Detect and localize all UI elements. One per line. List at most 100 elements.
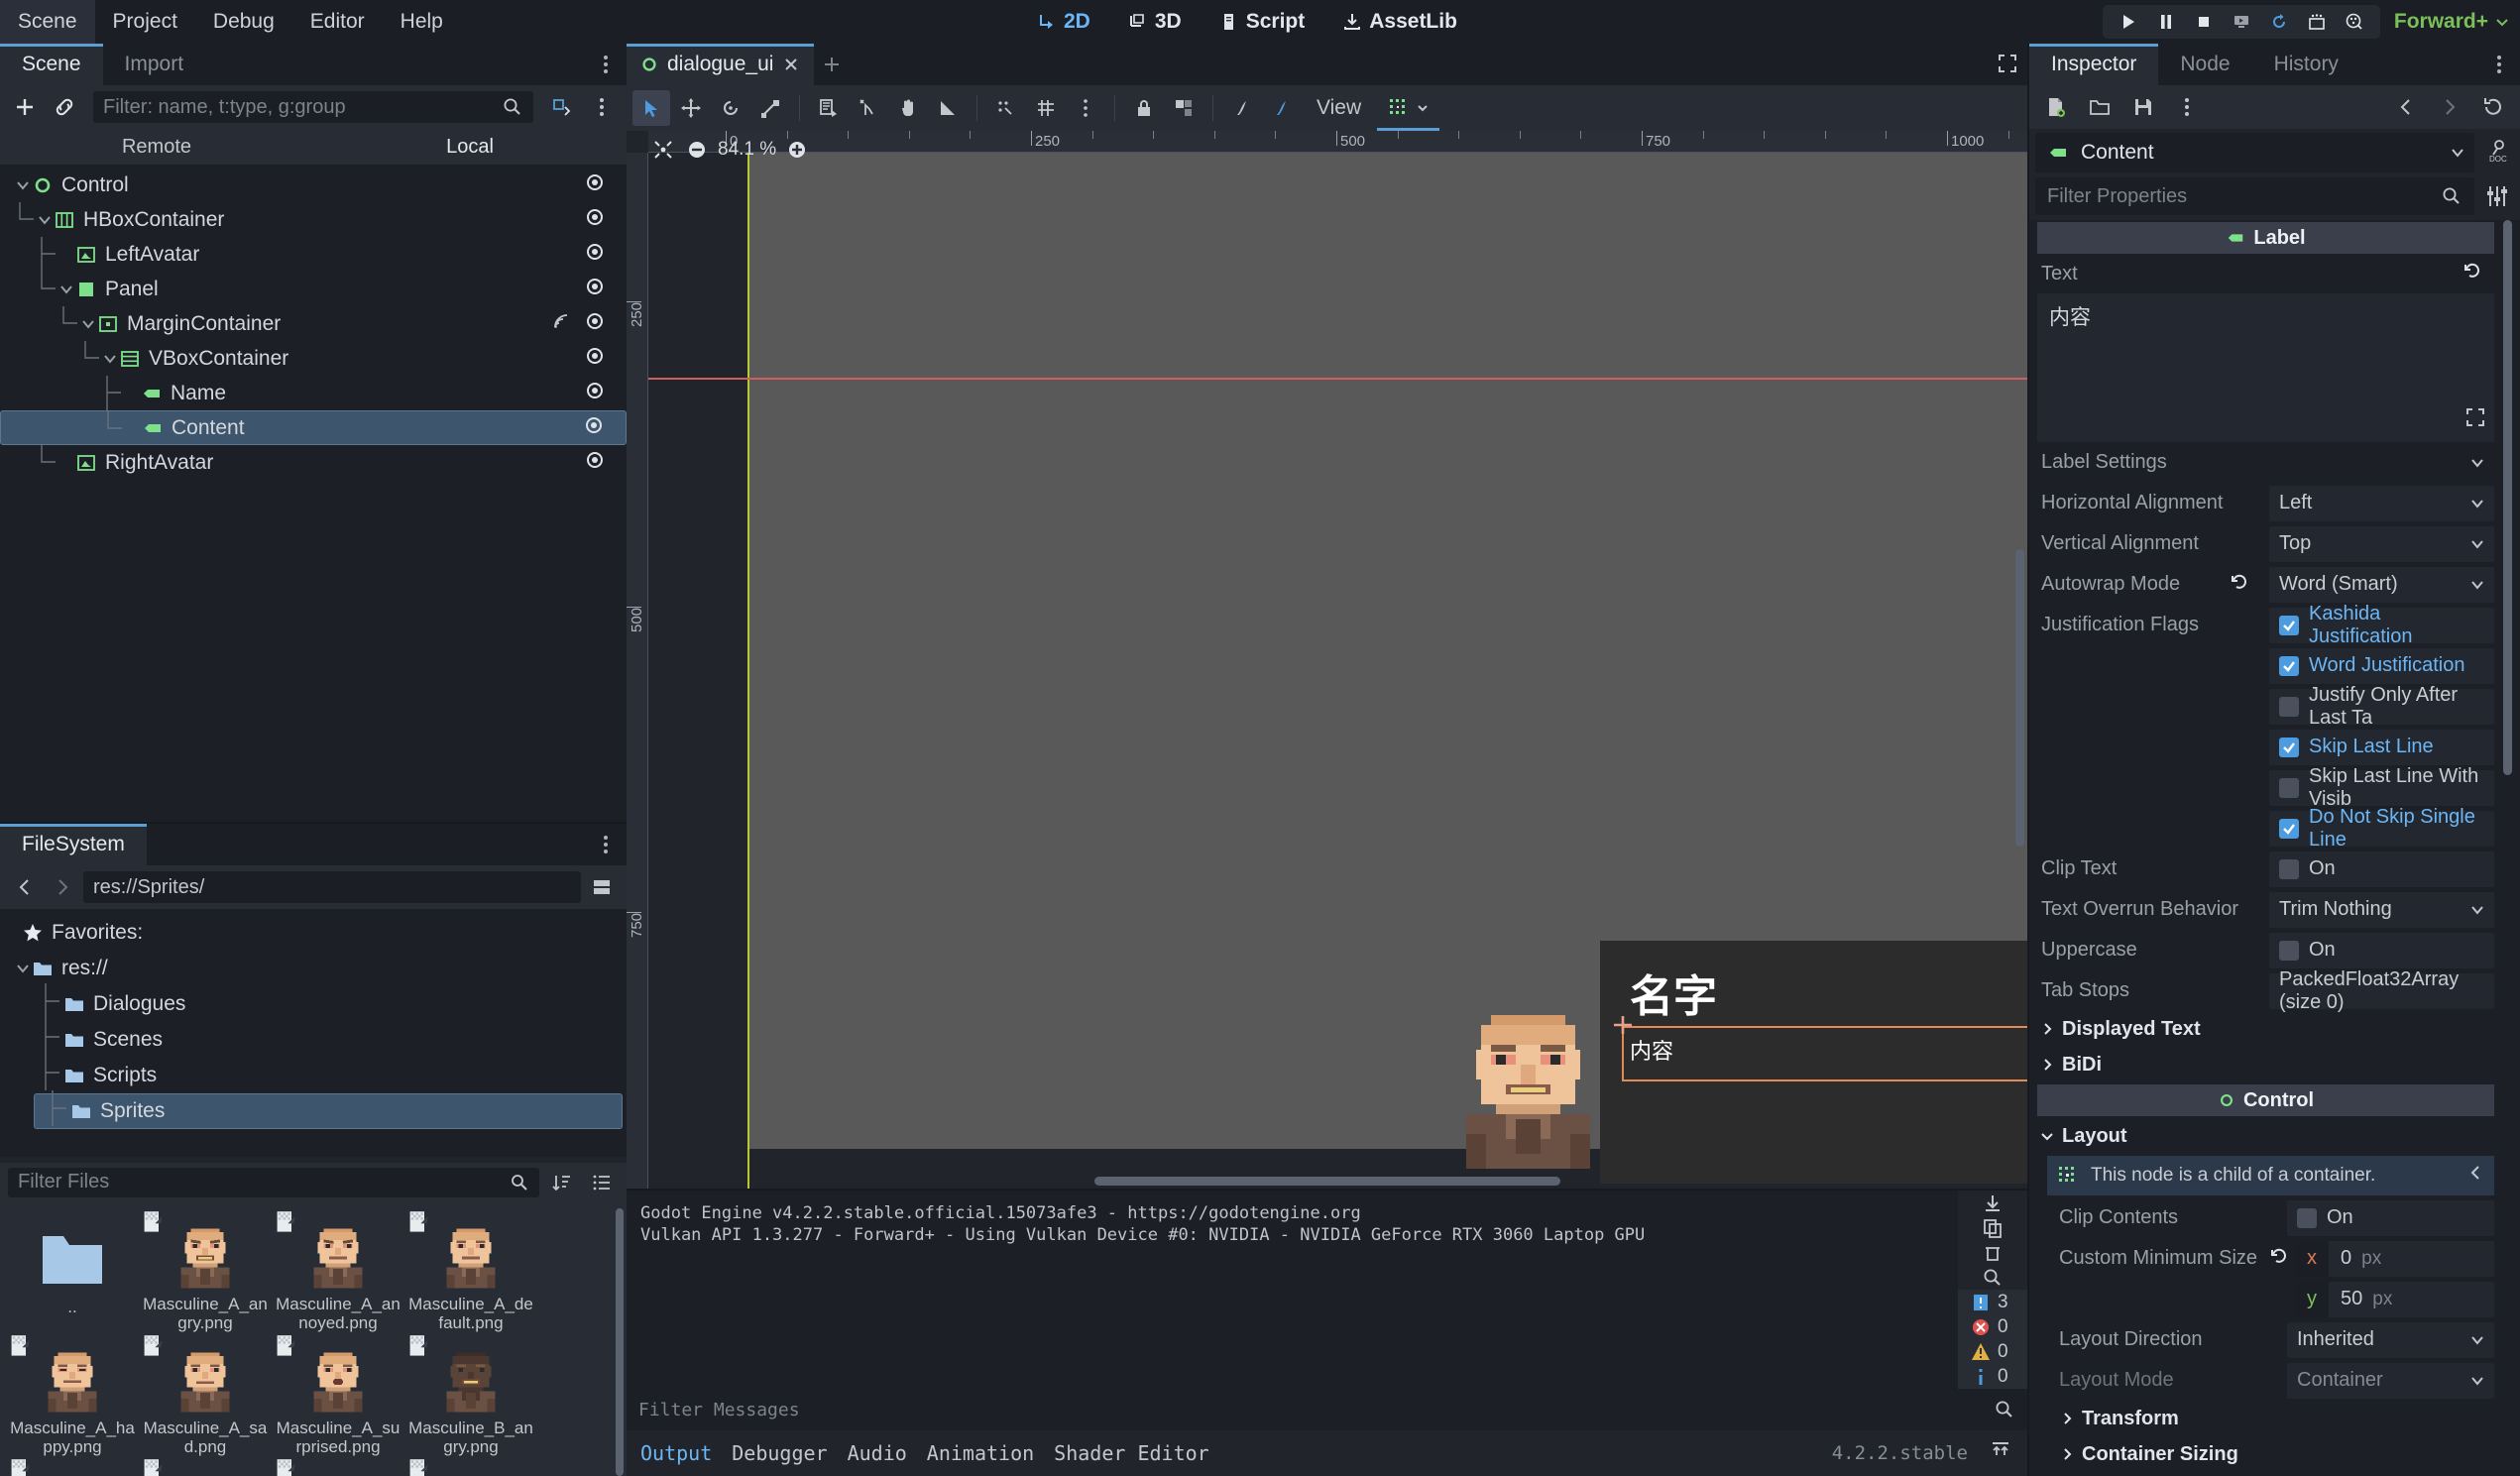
dialogue-panel[interactable]: 名字 内容: [1600, 941, 2027, 1184]
output-filter-bar[interactable]: [627, 1389, 2027, 1430]
file-item[interactable]: Masculine_A_angry.png: [139, 1208, 272, 1332]
checkbox[interactable]: [2279, 737, 2299, 757]
chevron-down-icon[interactable]: [14, 960, 32, 977]
revert-button[interactable]: [2230, 572, 2249, 598]
save-resource-button[interactable]: [2126, 91, 2160, 123]
bottom-tab-shader-editor[interactable]: Shader Editor: [1054, 1441, 1209, 1465]
dock-tab-scene[interactable]: Scene: [0, 44, 103, 85]
node-visibility-button[interactable]: [585, 277, 605, 302]
flag-checkbox-row[interactable]: Skip Last Line: [2269, 729, 2494, 765]
filesystem-file-grid[interactable]: .. Masculine_A_angry.png Masculine_A_annoy…: [0, 1201, 627, 1476]
revert-icon[interactable]: [2269, 1246, 2289, 1266]
file-item[interactable]: [404, 1456, 537, 1476]
scene-tree-item-leftavatar[interactable]: LeftAvatar: [0, 237, 627, 272]
visibility-icon[interactable]: [585, 172, 605, 192]
chevron-down-icon[interactable]: [57, 281, 75, 298]
property-group-layout[interactable]: Layout: [2033, 1118, 2520, 1154]
inspector-filter-box[interactable]: [2035, 177, 2474, 215]
property-group-transform[interactable]: Transform: [2033, 1401, 2520, 1436]
load-resource-button[interactable]: [2083, 91, 2117, 123]
visibility-icon[interactable]: [585, 381, 605, 400]
revert-icon[interactable]: [2230, 572, 2249, 592]
checkbox[interactable]: [2279, 818, 2299, 839]
add-node-button[interactable]: [8, 91, 42, 123]
tool-skeleton[interactable]: [1263, 90, 1301, 126]
palette-button[interactable]: [2337, 8, 2372, 36]
zoom-level-label[interactable]: 84.1 %: [718, 139, 776, 161]
tab-assetlib[interactable]: AssetLib: [1336, 7, 1463, 37]
revert-button[interactable]: [2269, 1246, 2289, 1272]
visibility-icon[interactable]: [585, 311, 605, 331]
flag-checkbox-row[interactable]: Do Not Skip Single Line: [2269, 806, 2494, 851]
output-side-button-copy[interactable]: [1958, 1215, 2027, 1240]
file-item[interactable]: [6, 1456, 139, 1476]
output-side-button-warning-yellow[interactable]: 0: [1958, 1339, 2027, 1364]
output-side-button-info-blue[interactable]: 0: [1958, 1364, 2027, 1389]
chevron-down-icon[interactable]: [2468, 535, 2486, 553]
checkbox[interactable]: [2279, 615, 2299, 635]
checkbox[interactable]: [2297, 1207, 2317, 1228]
scene-tree-item-rightavatar[interactable]: RightAvatar: [0, 445, 627, 480]
property-group-displayed-text[interactable]: Displayed Text: [2033, 1011, 2520, 1047]
chevron-right-icon[interactable]: [2039, 1021, 2055, 1037]
flag-checkbox-row[interactable]: Kashida Justification: [2269, 603, 2494, 647]
visibility-icon[interactable]: [585, 450, 605, 470]
visibility-icon[interactable]: [585, 277, 605, 296]
property-dropdown[interactable]: Left: [2269, 485, 2494, 521]
tool-ruler[interactable]: [929, 90, 967, 126]
instance-scene-button[interactable]: [48, 91, 81, 123]
expand-text-button[interactable]: [2464, 406, 2486, 434]
chevron-down-icon[interactable]: [2468, 1331, 2486, 1349]
bottom-tab-output[interactable]: Output: [640, 1441, 712, 1465]
chevron-down-icon[interactable]: [2468, 1372, 2486, 1390]
zoom-reset-button[interactable]: [650, 137, 676, 163]
view-menu-button[interactable]: View: [1303, 96, 1375, 120]
tool-snap-toggle[interactable]: [987, 90, 1025, 126]
file-item[interactable]: ..: [6, 1208, 139, 1332]
tool-group[interactable]: [1165, 90, 1203, 126]
checkbox[interactable]: [2279, 940, 2299, 961]
renderer-selector[interactable]: Forward+: [2384, 10, 2510, 34]
scene-tree-item-margincontainer[interactable]: MarginContainer: [0, 306, 627, 341]
output-side-button-search[interactable]: [1958, 1265, 2027, 1290]
file-item[interactable]: Masculine_A_annoyed.png: [272, 1208, 404, 1332]
property-vector-y[interactable]: y 50 px: [2295, 1281, 2494, 1317]
property-dropdown[interactable]: Trim Nothing: [2269, 891, 2494, 928]
output-side-button-warning-blue[interactable]: 3: [1958, 1290, 2027, 1314]
property-group-localization[interactable]: Localization: [2033, 1472, 2520, 1476]
left-avatar-sprite[interactable]: [1436, 1005, 1620, 1179]
canvas-area[interactable]: 名字 内容: [648, 153, 2027, 1189]
node-visibility-button[interactable]: [585, 172, 605, 198]
node-visibility-button[interactable]: [585, 242, 605, 268]
scene-filter-box[interactable]: [93, 91, 533, 123]
visibility-icon[interactable]: [585, 346, 605, 366]
close-icon[interactable]: [782, 56, 800, 73]
property-text-editor[interactable]: 内容: [2037, 293, 2494, 442]
output-side-button-error-red[interactable]: 0: [1958, 1314, 2027, 1339]
inspected-object-selector[interactable]: Content: [2035, 133, 2474, 172]
search-icon[interactable]: [502, 96, 523, 118]
zoom-in-button[interactable]: [784, 137, 810, 163]
inspector-forward-button[interactable]: [2433, 91, 2466, 123]
scene-filter-input[interactable]: [103, 95, 502, 119]
menu-project[interactable]: Project: [95, 0, 195, 44]
file-item[interactable]: Masculine_A_surprised.png: [272, 1332, 404, 1456]
node-visibility-button[interactable]: [585, 346, 605, 372]
property-group-bidi[interactable]: BiDi: [2033, 1047, 2520, 1082]
chevron-right-icon[interactable]: [2059, 1411, 2075, 1426]
chevron-right-icon[interactable]: [2059, 1446, 2075, 1462]
property-dropdown[interactable]: Inherited: [2287, 1321, 2494, 1358]
tool-bone[interactable]: [1223, 90, 1261, 126]
fs-back-button[interactable]: [8, 871, 42, 903]
chevron-down-icon[interactable]: [36, 211, 54, 229]
checkbox[interactable]: [2279, 777, 2299, 798]
node-visibility-button[interactable]: [585, 381, 605, 406]
dock-tab-import[interactable]: Import: [103, 44, 206, 85]
bottom-tab-debugger[interactable]: Debugger: [732, 1441, 827, 1465]
new-scene-tab-button[interactable]: [814, 44, 850, 85]
search-icon[interactable]: [2441, 185, 2463, 207]
stop-button[interactable]: [2186, 8, 2222, 36]
fs-filter-input[interactable]: [18, 1171, 510, 1194]
scene-tree-item-control[interactable]: Control: [0, 168, 627, 202]
property-dropdown[interactable]: Top: [2269, 525, 2494, 562]
